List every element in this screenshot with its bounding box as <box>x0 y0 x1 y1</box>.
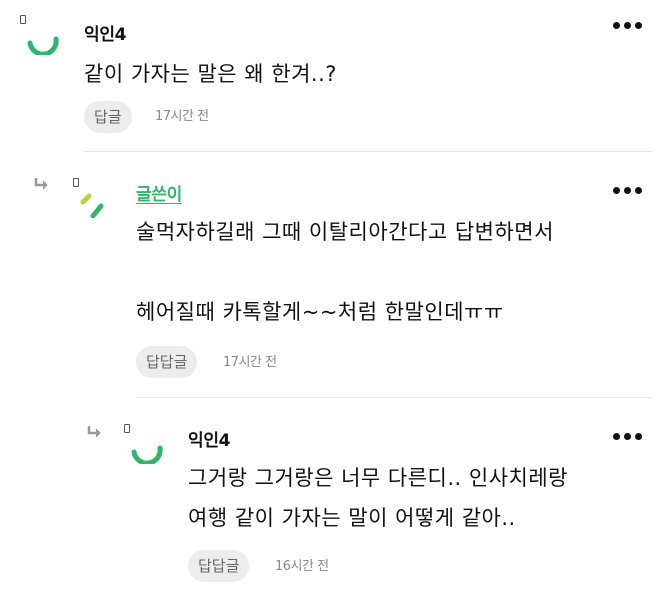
avatar[interactable] <box>20 15 60 55</box>
avatar[interactable] <box>73 178 113 218</box>
comment-body: 술먹자하길래 그때 이탈리아간다고 답변하면서 헤어질때 카톡할게~~처럼 한말… <box>136 220 554 324</box>
comment-timestamp: 17시간 전 <box>155 109 209 124</box>
reply-button[interactable]: 답답글 <box>188 550 250 582</box>
reply-button[interactable]: 답글 <box>84 101 132 133</box>
avatar-icon <box>131 445 163 464</box>
divider <box>84 151 652 152</box>
comment-author[interactable]: 글쓴이 <box>136 180 182 205</box>
divider <box>136 397 652 398</box>
avatar-icon <box>27 36 59 55</box>
avatar[interactable] <box>124 424 164 464</box>
comment-timestamp: 17시간 전 <box>223 355 277 370</box>
comment-body: 그거랑 그거랑은 너무 다른디.. 인사치레랑 여행 같이 가자는 말이 어떻게… <box>188 466 568 530</box>
comment-timestamp: 16시간 전 <box>275 559 329 574</box>
more-options-icon[interactable] <box>613 177 646 199</box>
reply-arrow-icon <box>34 178 48 190</box>
comment-body: 같이 가자는 말은 왜 한겨..? <box>84 62 337 86</box>
reply-arrow-icon <box>87 426 101 438</box>
reply-button[interactable]: 답답글 <box>136 346 198 378</box>
more-options-icon[interactable] <box>613 423 646 445</box>
comment-author[interactable]: 익인4 <box>84 20 127 45</box>
more-options-icon[interactable] <box>613 12 646 34</box>
avatar-icon <box>80 193 104 218</box>
comment-author[interactable]: 익인4 <box>188 426 231 451</box>
